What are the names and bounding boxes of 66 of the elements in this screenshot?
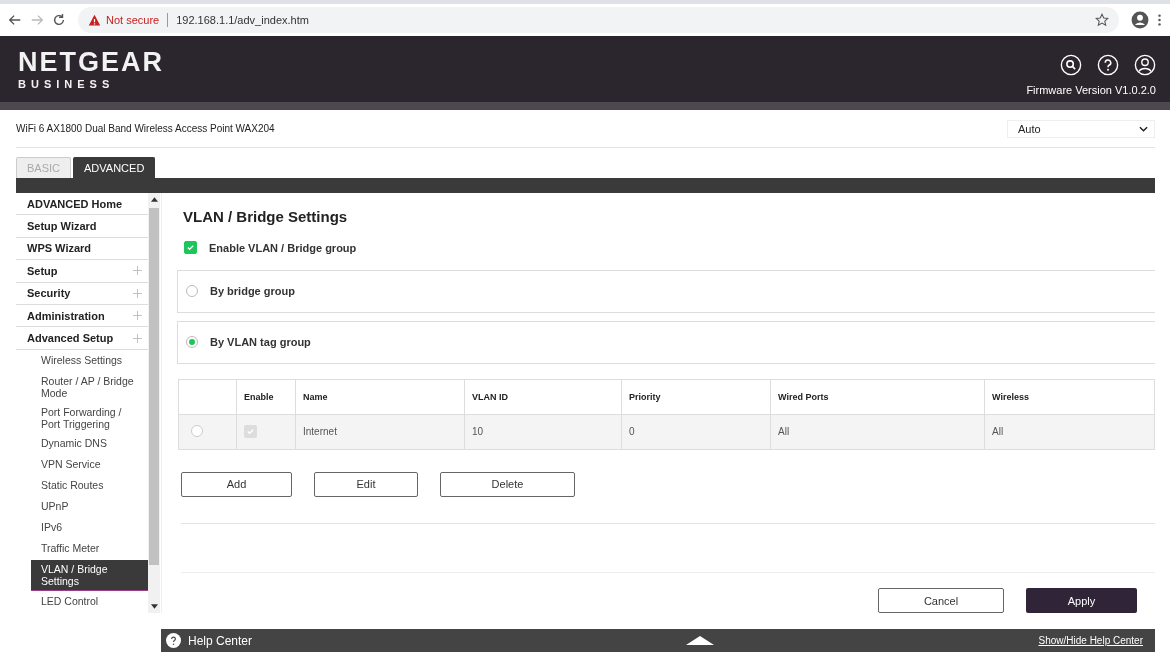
scrollbar[interactable] — [148, 193, 160, 613]
plus-icon — [133, 266, 142, 276]
table-action-button[interactable]: Edit — [314, 471, 418, 497]
address-bar[interactable]: Not secure 192.168.1.1/adv_index.htm — [78, 7, 1119, 33]
table-cell: All — [770, 414, 985, 449]
caret-icon — [1139, 125, 1148, 132]
help-icon[interactable] — [1097, 54, 1119, 76]
submenu-item[interactable]: Wireless Settings — [16, 350, 148, 371]
help-center-label: Help Center — [188, 633, 253, 648]
checkbox[interactable] — [184, 241, 197, 254]
submenu-item[interactable]: Router / AP / Bridge Mode — [16, 371, 148, 402]
expand-up-icon[interactable] — [686, 636, 715, 645]
submenu-item[interactable]: UPnP — [16, 496, 148, 517]
checkmark-icon — [186, 243, 195, 252]
radio-button[interactable] — [186, 336, 198, 349]
plus-icon — [133, 333, 142, 343]
cancel-button[interactable]: Cancel — [878, 588, 1004, 613]
firmware-version: Firmware Version V1.0.2.0 — [1026, 84, 1156, 96]
table-cell: Internet — [295, 414, 465, 449]
page-title: VLAN / Bridge Settings — [183, 208, 349, 225]
security-label: Not secure — [106, 14, 160, 26]
column-header: Name — [295, 379, 465, 414]
submenu-item[interactable]: Traffic Meter — [16, 538, 148, 559]
profile-icon[interactable] — [1131, 11, 1149, 29]
scroll-up-icon[interactable] — [150, 197, 158, 202]
url-text: 192.168.1.1/adv_index.htm — [176, 14, 309, 26]
language-select[interactable]: Auto — [1007, 119, 1155, 138]
radio-label: By bridge group — [210, 285, 295, 298]
submenu-item[interactable]: Port Forwarding / Port Triggering — [16, 402, 148, 433]
column-header: Enable — [236, 379, 296, 414]
more-menu-icon[interactable] — [1157, 13, 1162, 27]
device-model: WiFi 6 AX1800 Dual Band Wireless Access Point WAX204 — [16, 123, 275, 134]
column-header: Wireless — [984, 379, 1155, 414]
warning-icon — [88, 13, 101, 27]
scroll-down-icon[interactable] — [150, 604, 158, 609]
radio-label: By VLAN tag group — [210, 336, 311, 349]
star-icon[interactable] — [1095, 13, 1109, 27]
show-hide-help-link[interactable]: Show/Hide Help Center — [1038, 635, 1143, 646]
column-header: Wired Ports — [770, 379, 985, 414]
column-header: Priority — [621, 379, 771, 414]
radio-button[interactable] — [186, 285, 198, 298]
logo-text: NETGEAR — [18, 48, 164, 76]
table-cell: All — [984, 414, 1155, 449]
table-action-button[interactable]: Add — [181, 471, 292, 497]
column-header: VLAN ID — [464, 379, 622, 414]
search-icon[interactable] — [1060, 54, 1082, 76]
user-icon[interactable] — [1134, 54, 1156, 76]
logo-subtitle: BUSINESS — [18, 78, 116, 90]
table-action-button[interactable]: Delete — [440, 471, 575, 497]
apply-button[interactable]: Apply — [1026, 588, 1137, 613]
back-arrow-icon[interactable] — [8, 13, 22, 27]
help-icon — [166, 633, 181, 648]
checkbox-label: Enable VLAN / Bridge group — [209, 241, 357, 254]
submenu-item[interactable]: VPN Service — [16, 454, 148, 475]
submenu-item[interactable]: IPv6 — [16, 517, 148, 538]
submenu-item[interactable]: VLAN / Bridge Settings — [31, 559, 148, 591]
checkmark-icon — [246, 427, 255, 436]
reload-icon[interactable] — [52, 13, 66, 27]
submenu-item[interactable]: Static Routes — [16, 475, 148, 496]
table-cell: 10 — [464, 414, 622, 449]
tab[interactable]: ADVANCED — [73, 157, 156, 178]
submenu-item[interactable]: LED Control — [16, 591, 148, 612]
plus-icon — [133, 288, 142, 298]
submenu-item[interactable]: Dynamic DNS — [16, 433, 148, 454]
table-cell: 0 — [621, 414, 771, 449]
plus-icon — [133, 311, 142, 321]
